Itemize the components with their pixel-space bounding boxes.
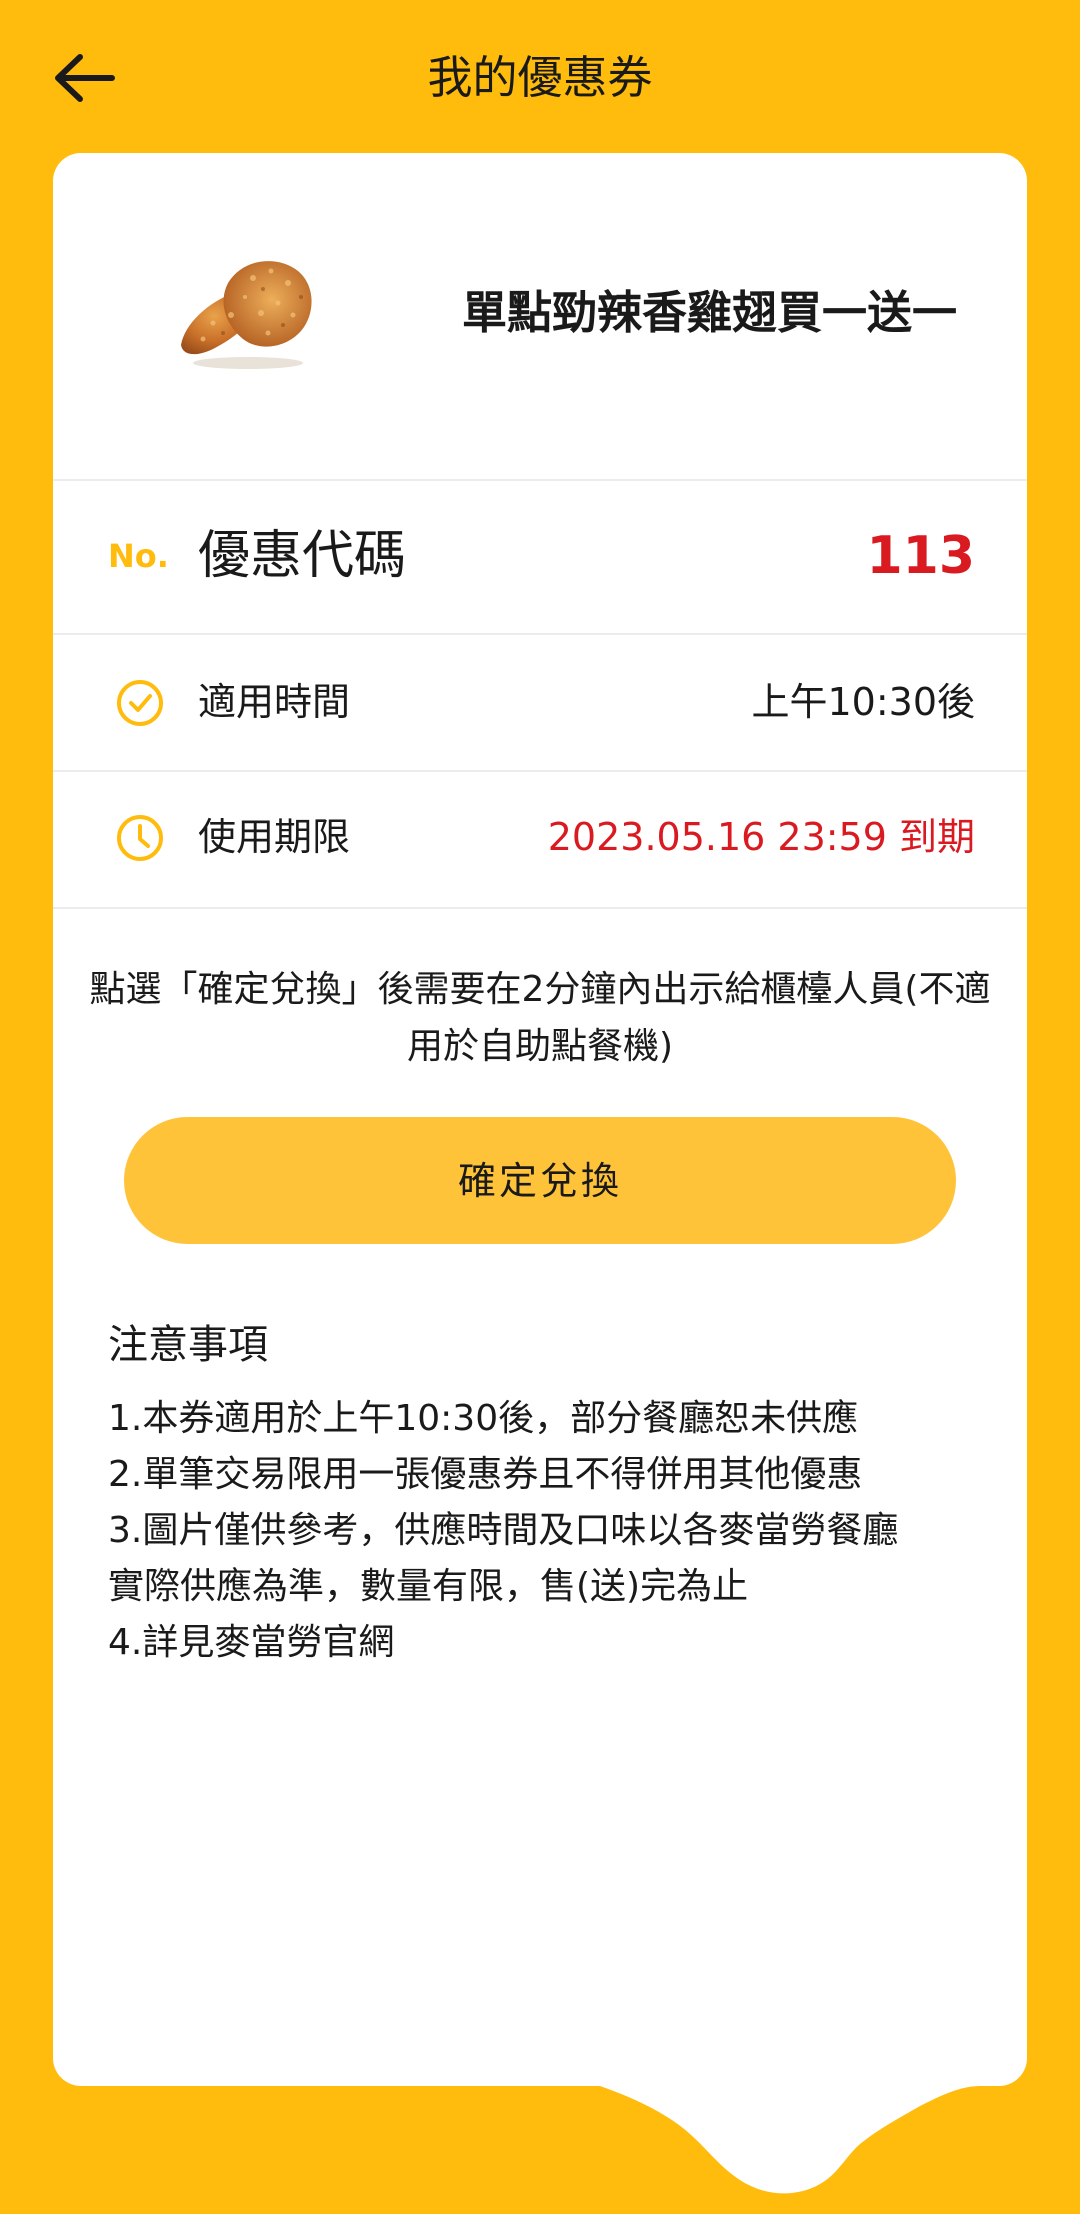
expiry-value: 2023.05.16 23:59 到期 (547, 815, 975, 859)
valid-time-value: 上午10:30後 (751, 680, 975, 724)
code-prefix: No. (108, 537, 169, 575)
app-header: 我的優惠券 (0, 0, 1080, 155)
expiry-row: 使用期限 2023.05.16 23:59 到期 (53, 772, 1027, 907)
note-item: 2.單筆交易限用一張優惠券且不得併用其他優惠 (108, 1454, 863, 1495)
valid-time-label: 適用時間 (198, 680, 351, 724)
redeem-notice: 點選「確定兌換」後需要在2分鐘內出示給櫃檯人員(不適 用於自助點餐機) (73, 961, 1007, 1075)
chicken-wing-image (181, 261, 312, 369)
page-title: 我的優惠券 (427, 51, 653, 104)
note-item: 4.詳見麥當勞官網 (108, 1622, 395, 1663)
note-item: 3.圖片僅供參考，供應時間及口味以各麥當勞餐廳 (108, 1510, 899, 1551)
note-item: 實際供應為準，數量有限，售(送)完為止 (108, 1566, 749, 1607)
coupon-code: 113 (866, 526, 975, 586)
notes-list: 1.本券適用於上午10:30後，部分餐廳恕未供應 2.單筆交易限用一張優惠券且不… (108, 1391, 988, 1671)
coupon-title: 單點勁辣香雞翅買一送一 (461, 286, 957, 339)
coupon-product: 單點勁辣香雞翅買一送一 (53, 153, 1027, 479)
code-label: 優惠代碼 (198, 526, 407, 586)
clock-icon (117, 815, 163, 861)
expiry-label: 使用期限 (198, 815, 351, 859)
notes-title: 注意事項 (108, 1322, 268, 1368)
confirm-redeem-button[interactable]: 確定兌換 (124, 1117, 956, 1244)
note-item: 1.本券適用於上午10:30後，部分餐廳恕未供應 (108, 1398, 859, 1439)
card-drip-decoration (560, 2086, 980, 2194)
valid-time-row: 適用時間 上午10:30後 (53, 635, 1027, 770)
notice-line: 用於自助點餐機) (406, 1026, 674, 1067)
divider (53, 907, 1027, 909)
notice-line: 點選「確定兌換」後需要在2分鐘內出示給櫃檯人員(不適 (89, 969, 991, 1010)
check-circle-icon (117, 680, 163, 726)
coupon-code-row: No. 優惠代碼 113 (53, 481, 1027, 633)
coupon-card: 單點勁辣香雞翅買一送一 No. 優惠代碼 113 適用時間 上午10:30後 使… (53, 153, 1027, 2086)
